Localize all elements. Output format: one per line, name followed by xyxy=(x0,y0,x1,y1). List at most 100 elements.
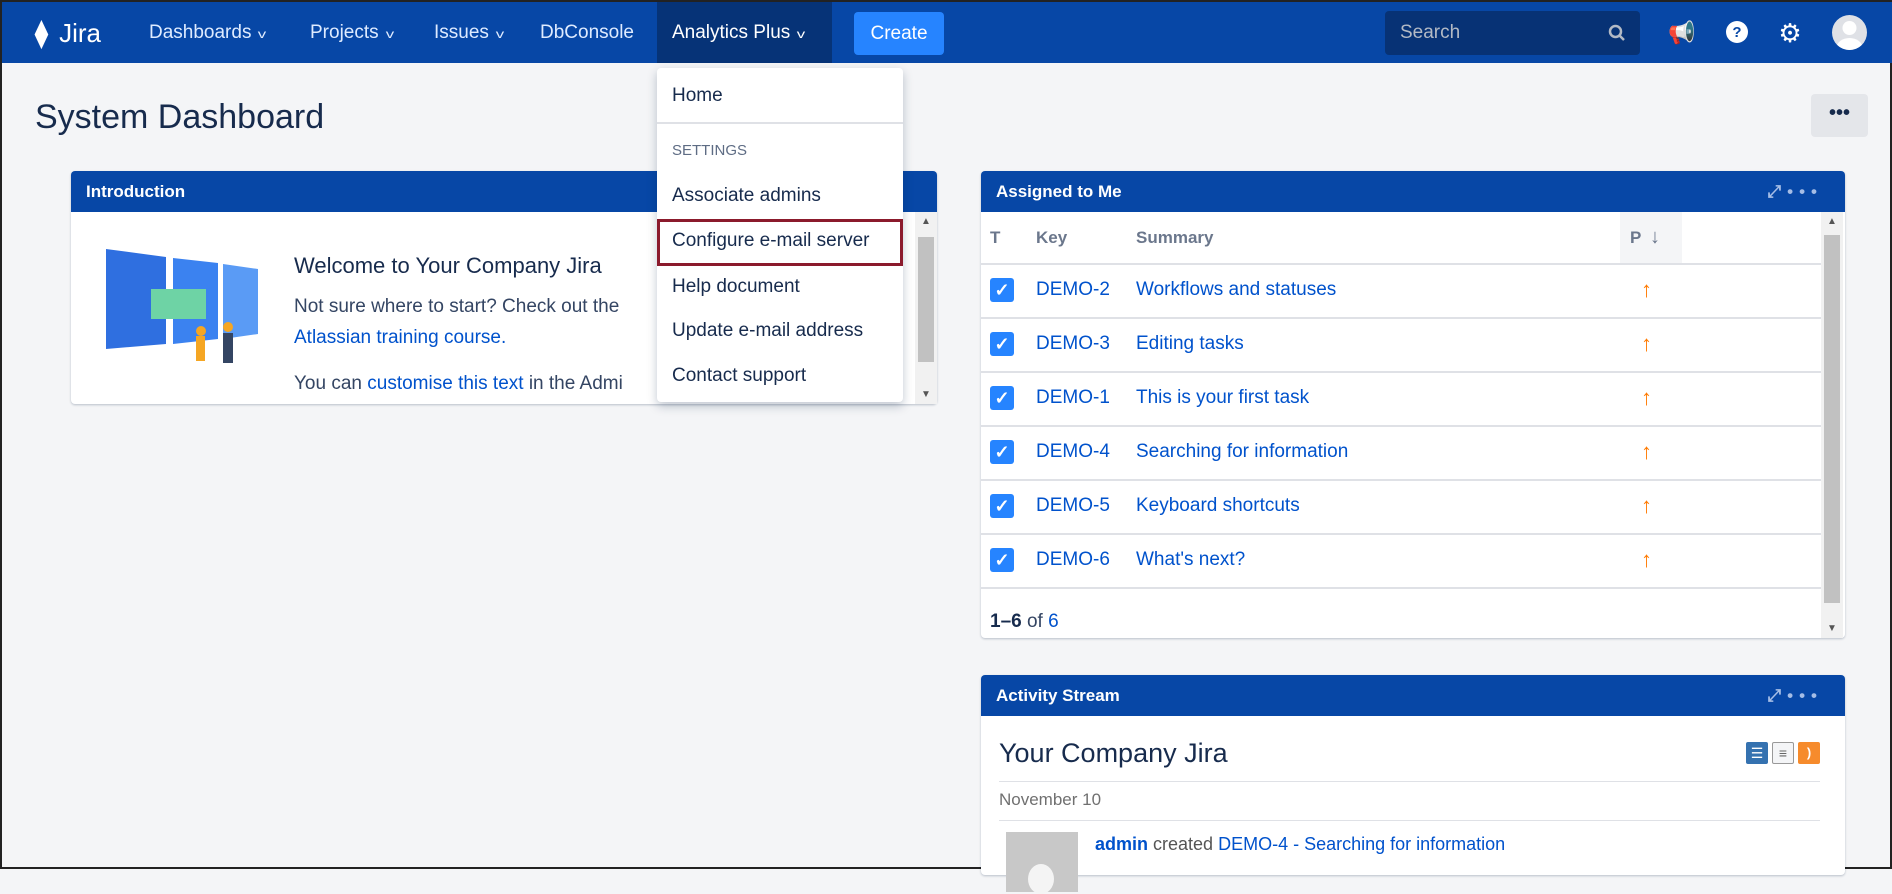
table-row: ✓ DEMO-3 Editing tasks ↑ xyxy=(981,317,1821,371)
table-row: ✓ DEMO-2 Workflows and statuses ↑ xyxy=(981,263,1821,317)
task-type-checkbox-icon: ✓ xyxy=(990,386,1014,410)
settings-gear-icon[interactable]: ⚙ xyxy=(1777,20,1803,46)
menu-section-settings: SETTINGS xyxy=(672,142,748,159)
maximize-icon[interactable]: ⤢ xyxy=(1768,182,1788,201)
issue-key-link[interactable]: DEMO-3 xyxy=(1036,319,1110,369)
task-type-checkbox-icon: ✓ xyxy=(990,494,1014,518)
user-link[interactable]: admin xyxy=(1095,834,1148,854)
divider xyxy=(999,820,1820,821)
gadget-header: Assigned to Me ⤢••• xyxy=(981,171,1845,212)
task-type-checkbox-icon: ✓ xyxy=(990,440,1014,464)
priority-high-arrow-icon: ↑ xyxy=(1641,277,1652,302)
list-view-icon[interactable]: ≡ xyxy=(1772,742,1794,764)
welcome-illustration xyxy=(106,249,258,363)
table-row: ✓ DEMO-5 Keyboard shortcuts ↑ xyxy=(981,479,1821,533)
more-icon[interactable]: ••• xyxy=(1787,182,1823,201)
dashboard-more-button[interactable]: ••• xyxy=(1811,94,1868,137)
nav-label: Projects xyxy=(310,22,379,43)
priority-high-arrow-icon: ↑ xyxy=(1641,493,1652,518)
menu-item-associate-admins[interactable]: Associate admins xyxy=(672,185,821,207)
sort-descending-icon: ↓ xyxy=(1650,226,1660,248)
chevron-down-icon: v xyxy=(258,27,267,41)
table-header: T Key Summary P ↓ xyxy=(981,212,1821,263)
scroll-up-icon[interactable]: ▲ xyxy=(915,216,937,227)
user-avatar-icon xyxy=(1836,21,1863,50)
issue-key-link[interactable]: DEMO-6 xyxy=(1036,535,1110,585)
priority-high-arrow-icon: ↑ xyxy=(1641,439,1652,464)
full-view-icon[interactable]: ☰ xyxy=(1746,742,1768,764)
training-course-link[interactable]: Atlassian training course. xyxy=(294,327,506,349)
nav-dashboards[interactable]: Dashboards v xyxy=(149,2,267,63)
create-button[interactable]: Create xyxy=(854,12,944,55)
menu-item-home[interactable]: Home xyxy=(672,85,723,107)
pagination-summary: 1–6 of 6 xyxy=(990,611,1059,633)
issue-key-link[interactable]: DEMO-2 xyxy=(1036,265,1110,315)
customise-text-link[interactable]: customise this text xyxy=(367,373,523,394)
intro-text: Not sure where to start? Check out the xyxy=(294,296,620,317)
svg-text:?: ? xyxy=(1732,24,1741,41)
menu-item-update-email-address[interactable]: Update e-mail address xyxy=(672,320,863,342)
nav-dbconsole[interactable]: DbConsole xyxy=(540,2,634,63)
user-avatar[interactable] xyxy=(1006,832,1078,894)
column-key[interactable]: Key xyxy=(1036,212,1067,264)
scroll-down-icon[interactable]: ▼ xyxy=(1821,623,1843,634)
page-title: System Dashboard xyxy=(35,98,325,136)
maximize-icon[interactable]: ⤢ xyxy=(1768,686,1788,705)
scroll-up-icon[interactable]: ▲ xyxy=(1821,216,1843,227)
issue-link[interactable]: DEMO-4 - Searching for information xyxy=(1218,834,1505,854)
scroll-down-icon[interactable]: ▼ xyxy=(915,389,937,400)
activity-stream-gadget: Activity Stream ⤢••• Your Company Jira ☰… xyxy=(981,675,1845,894)
help-icon[interactable]: ? xyxy=(1724,20,1750,44)
column-priority[interactable]: P ↓ xyxy=(1620,212,1682,263)
more-icon[interactable]: ••• xyxy=(1787,686,1823,705)
issue-key-link[interactable]: DEMO-4 xyxy=(1036,427,1110,477)
activity-entry: admin created DEMO-4 - Searching for inf… xyxy=(1095,834,1505,855)
gadget-title: Activity Stream xyxy=(996,686,1120,705)
intro-heading: Welcome to Your Company Jira xyxy=(294,253,602,278)
menu-item-help-document[interactable]: Help document xyxy=(672,276,800,298)
nav-label: Analytics Plus xyxy=(672,22,791,43)
nav-label: Dashboards xyxy=(149,22,252,43)
user-avatar[interactable] xyxy=(1832,15,1867,50)
table-row: ✓ DEMO-6 What's next? ↑ xyxy=(981,533,1821,587)
intro-scrollbar[interactable]: ▲ ▼ xyxy=(915,212,937,404)
rss-feed-icon[interactable]: ) xyxy=(1798,742,1820,764)
issue-summary-link[interactable]: Workflows and statuses xyxy=(1136,265,1336,315)
scroll-thumb[interactable] xyxy=(918,237,934,362)
of: of xyxy=(1026,611,1043,632)
activity-date: November 10 xyxy=(999,790,1102,809)
task-type-checkbox-icon: ✓ xyxy=(990,548,1014,572)
column-summary[interactable]: Summary xyxy=(1136,212,1213,264)
range: 1–6 xyxy=(990,611,1022,632)
issue-summary-link[interactable]: What's next? xyxy=(1136,535,1245,585)
menu-item-contact-support[interactable]: Contact support xyxy=(672,365,806,387)
issue-summary-link[interactable]: Searching for information xyxy=(1136,427,1348,477)
chevron-down-icon: v xyxy=(385,27,394,41)
issue-key-link[interactable]: DEMO-1 xyxy=(1036,373,1110,423)
notifications-megaphone-icon[interactable]: 📢 xyxy=(1668,20,1695,46)
nav-analytics-plus[interactable]: Analytics Plus v xyxy=(672,2,806,63)
assigned-scrollbar[interactable]: ▲ ▼ xyxy=(1821,212,1843,638)
menu-item-configure-email-server[interactable]: Configure e-mail server xyxy=(672,230,869,252)
nav-label: Issues xyxy=(434,22,489,43)
search-input[interactable]: Search xyxy=(1385,11,1640,55)
table-row: ✓ DEMO-4 Searching for information ↑ xyxy=(981,425,1821,479)
issue-summary-link[interactable]: Keyboard shortcuts xyxy=(1136,481,1300,531)
priority-high-arrow-icon: ↑ xyxy=(1641,385,1652,410)
total-link[interactable]: 6 xyxy=(1048,611,1059,632)
nav-projects[interactable]: Projects v xyxy=(310,2,394,63)
issue-key-link[interactable]: DEMO-5 xyxy=(1036,481,1110,531)
top-navbar: ⧫ Jira Dashboards v Projects v Issues v DbC… xyxy=(2,2,1892,63)
gadget-title: Introduction xyxy=(86,182,186,201)
analytics-plus-dropdown: Home SETTINGS Associate admins Configure… xyxy=(657,68,903,402)
issue-summary-link[interactable]: Editing tasks xyxy=(1136,319,1244,369)
scroll-thumb[interactable] xyxy=(1824,235,1840,603)
nav-issues[interactable]: Issues v xyxy=(434,2,504,63)
column-type[interactable]: T xyxy=(990,212,1000,264)
verb: created xyxy=(1153,834,1214,854)
jira-logo[interactable]: ⧫ Jira xyxy=(35,16,101,50)
text: in the Admi xyxy=(523,373,623,394)
divider xyxy=(999,781,1820,782)
issue-summary-link[interactable]: This is your first task xyxy=(1136,373,1309,423)
chevron-down-icon: v xyxy=(797,27,806,41)
